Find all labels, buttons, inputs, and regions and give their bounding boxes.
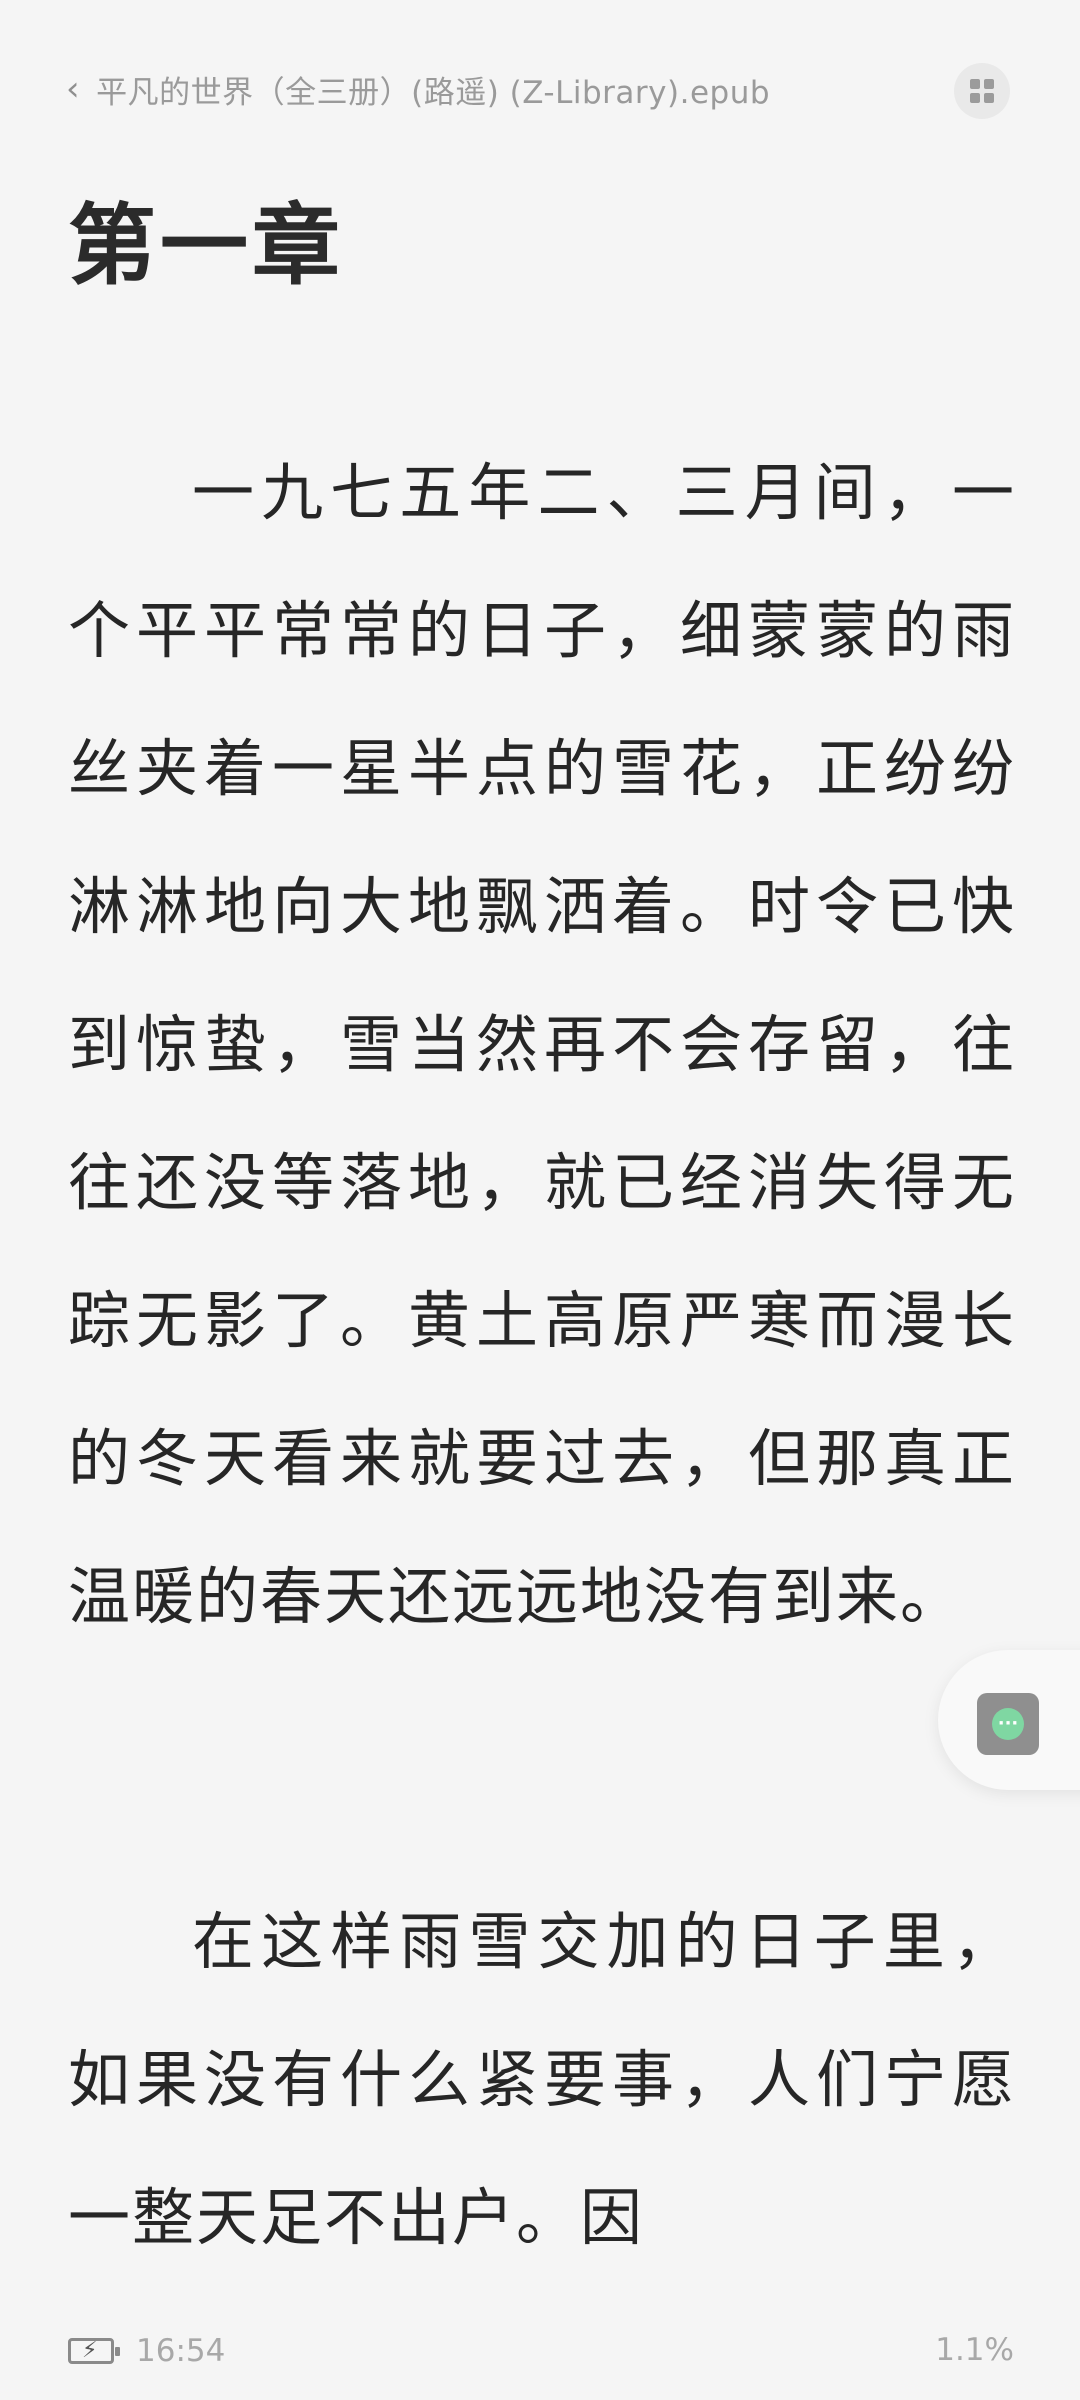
paragraph-text: 在这样雨雪交加的日子里，如果没有什么紧要事，人们宁愿一整天足不出户。因 [68,1905,1016,2254]
chevron-left-icon: ‹ [66,69,81,109]
reading-progress: 1.1% [935,2332,1014,2368]
chapter-title: 第一章 [68,193,345,297]
paragraph-text: 一九七五年二、三月间，一个平平常常的日子，细蒙蒙的雨丝夹着一星半点的雪花，正纷纷… [68,456,1016,1633]
clock-time: 16:54 [136,2333,226,2369]
assistant-button[interactable]: ··· [977,1693,1039,1755]
status-bar-left: ⚡ 16:54 [68,2330,225,2372]
grid-icon [970,79,994,103]
paragraph-2: 在这样雨雪交加的日子里，如果没有什么紧要事，人们宁愿一整天足不出户。因 [68,1873,1016,2287]
battery-charging-icon: ⚡ [68,2338,120,2364]
paragraph-1: 一九七五年二、三月间，一个平平常常的日子，细蒙蒙的雨丝夹着一星半点的雪花，正纷纷… [68,424,1016,1666]
chat-bubble-icon: ··· [992,1708,1024,1740]
book-title: 平凡的世界（全三册）(路遥) (Z-Library).epub [96,74,771,111]
menu-button[interactable] [954,63,1010,119]
back-button[interactable]: ‹ 平凡的世界（全三册）(路遥) (Z-Library).epub [66,64,770,114]
top-bar: ‹ 平凡的世界（全三册）(路遥) (Z-Library).epub [0,0,1080,180]
